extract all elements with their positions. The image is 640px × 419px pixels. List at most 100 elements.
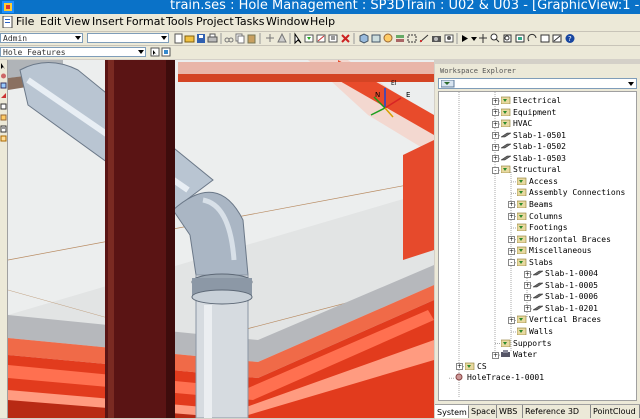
menu-format[interactable]: Format [126, 15, 165, 28]
permission-group-combo[interactable]: Admin [0, 33, 83, 43]
task-toolbar-icons[interactable] [150, 47, 174, 58]
expand-icon[interactable]: + [524, 305, 531, 313]
task-combo-value: Hole Features [3, 48, 66, 57]
expand-icon[interactable]: + [524, 270, 531, 278]
tree-item[interactable]: Horizontal Braces [516, 234, 611, 245]
workspace-tree[interactable]: Electrical + Equipment + HVAC + Slab-1-0501 + Sl… [438, 91, 637, 401]
expand-icon[interactable]: + [492, 155, 499, 163]
expand-icon[interactable]: + [492, 132, 499, 140]
expand-icon[interactable]: + [508, 213, 515, 220]
tab-space[interactable]: Space [469, 405, 497, 418]
tree-item[interactable]: Access [516, 176, 558, 187]
tree-item[interactable]: Slabs [516, 257, 553, 268]
tree-item[interactable]: Vertical Braces [516, 314, 601, 325]
expand-icon[interactable]: + [508, 247, 515, 255]
expand-icon[interactable]: + [508, 201, 515, 209]
view-iso-icon [359, 33, 369, 44]
folder-icon [516, 177, 527, 186]
clipping-icon [407, 34, 417, 43]
tree-item[interactable]: Slab-1-0503 [500, 153, 566, 164]
menu-bar: File Edit View Insert Format Tools Proje… [0, 14, 640, 32]
properties-icon [328, 34, 338, 43]
expand-icon[interactable]: + [456, 363, 463, 371]
tree-item[interactable]: Slab-1-0005 [532, 280, 598, 291]
folder-icon [500, 165, 511, 174]
filter-combo[interactable] [87, 33, 169, 43]
tab-system[interactable]: System [435, 405, 469, 418]
chevron-down-icon [75, 36, 81, 40]
expand-icon[interactable]: + [492, 120, 499, 128]
tab-reference-3d[interactable]: Reference 3D [523, 405, 591, 418]
tree-item[interactable]: Miscellaneous [516, 245, 592, 256]
tree-item[interactable]: Equipment [500, 107, 556, 118]
open-icon [184, 35, 195, 43]
tree-item[interactable]: Walls [516, 326, 554, 337]
collapse-icon[interactable]: - [492, 166, 499, 174]
cut-icon [224, 37, 234, 43]
filter-icon [441, 80, 455, 88]
tree-item[interactable]: Structural [500, 164, 561, 175]
tree-item[interactable]: HoleTrace-1-0001 [455, 372, 544, 383]
tree-item[interactable]: Slab-1-0201 [532, 303, 598, 314]
fit-icon [515, 34, 525, 43]
tree-item[interactable]: Slab-1-0502 [500, 141, 566, 152]
menu-insert[interactable]: Insert [92, 15, 124, 28]
expand-icon[interactable]: + [492, 97, 499, 105]
tree-item[interactable]: Beams [516, 199, 553, 210]
explorer-filter-combo[interactable] [438, 78, 637, 89]
expand-icon[interactable]: + [524, 282, 531, 290]
folder-icon [516, 212, 527, 220]
tree-item[interactable]: Assembly Connections [516, 187, 625, 198]
filter-icon [304, 34, 314, 43]
tree-item[interactable]: HVAC [500, 118, 532, 129]
tree-item[interactable]: Water [501, 349, 537, 360]
mirror-icon [277, 32, 287, 43]
toolbar-icons[interactable]: ? [174, 32, 640, 45]
document-icon[interactable] [2, 16, 14, 28]
menu-tasks[interactable]: Tasks [235, 15, 264, 28]
left-toolbar-icons[interactable] [0, 60, 7, 150]
tab-pointcloud[interactable]: PointCloud [591, 405, 640, 418]
tree-item-label: Walls [529, 327, 554, 336]
tree-item[interactable]: Supports [500, 338, 552, 349]
menu-window[interactable]: Window [266, 15, 309, 28]
collapse-icon[interactable]: - [508, 259, 515, 267]
tree-item[interactable]: Electrical [500, 95, 562, 106]
expand-icon[interactable]: + [524, 293, 531, 301]
tab-wbs[interactable]: WBS [497, 405, 523, 418]
tree-item[interactable]: Slab-1-0004 [532, 268, 598, 279]
tree-item-label: HoleTrace-1-0001 [467, 373, 545, 383]
system-icon [501, 350, 511, 358]
menu-view[interactable]: View [64, 15, 90, 28]
menu-project[interactable]: Project [196, 15, 234, 28]
expand-icon[interactable]: + [492, 143, 499, 151]
graphic-view[interactable]: N E El [8, 60, 434, 418]
tree-item-label: Slab-1-0501 [513, 130, 566, 140]
tree-item[interactable]: CS [464, 361, 487, 372]
tree-item-label: Miscellaneous [529, 246, 592, 256]
tree-item-label: Electrical [513, 96, 562, 105]
folder-icon [516, 235, 527, 243]
move-icon [266, 34, 274, 42]
assign-icon [0, 103, 7, 110]
expand-icon[interactable]: + [492, 109, 499, 117]
task-combo[interactable]: Hole Features [0, 47, 146, 57]
folder-icon [500, 108, 511, 116]
help-icon: ? [565, 34, 575, 43]
chevron-down-icon [138, 50, 144, 54]
menu-edit[interactable]: Edit [40, 15, 61, 28]
hole-trace-icon [455, 373, 465, 381]
tree-item[interactable]: Slab-1-0501 [500, 130, 566, 141]
select-filter-icon [150, 47, 160, 57]
tree-item-label: Slab-1-0004 [545, 269, 598, 279]
expand-icon[interactable]: + [508, 316, 515, 324]
menu-file[interactable]: File [16, 15, 34, 28]
expand-icon[interactable]: + [508, 236, 515, 244]
compass-n: N [375, 91, 380, 99]
tree-item[interactable]: Columns [516, 211, 563, 222]
tree-item[interactable]: Footings [516, 222, 568, 233]
menu-tools[interactable]: Tools [166, 15, 193, 28]
expand-icon[interactable]: + [492, 351, 499, 359]
menu-help[interactable]: Help [310, 15, 335, 28]
tree-item[interactable]: Slab-1-0006 [532, 291, 598, 302]
